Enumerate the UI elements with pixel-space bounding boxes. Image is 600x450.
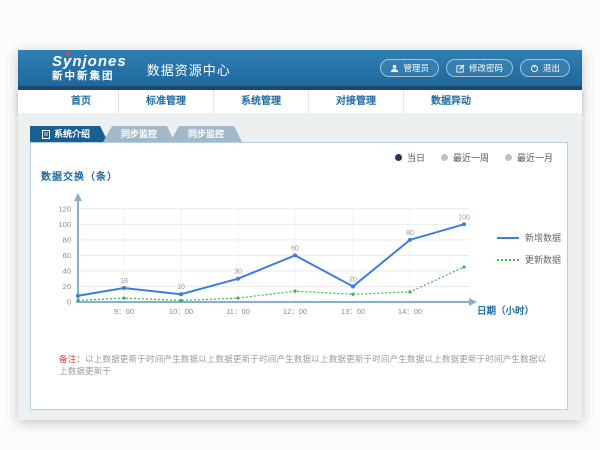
x-tick-label: 9：00 <box>114 307 134 316</box>
x-tick-label: 12：00 <box>283 307 307 316</box>
tab-label: 同步监控 <box>188 126 224 142</box>
radio-dot-icon <box>505 154 512 161</box>
x-axis-title: 日期（小时） <box>477 303 534 317</box>
nav-item-首页[interactable]: 首页 <box>44 90 119 113</box>
data-point <box>76 299 79 302</box>
tab-label: 系统介绍 <box>54 126 90 142</box>
x-tick-label: 10：00 <box>169 307 193 316</box>
x-axis-arrow-icon <box>469 298 477 306</box>
note-text: 以上数据更新于时间产生数据以上数据更新于时间产生数据以上数据更新于时间产生数据以… <box>59 354 546 376</box>
user-icon <box>390 64 399 73</box>
data-point-label: 80 <box>406 230 414 237</box>
legend-label: 更新数据 <box>525 253 561 266</box>
data-point <box>408 238 412 242</box>
x-tick-label: 13：00 <box>341 307 365 316</box>
app-window: Synjones 新中新集团 数据资源中心 管理员修改密码退出 首页标准管理系统… <box>18 50 582 420</box>
header-button-label: 修改密码 <box>469 62 503 74</box>
series-line-更新数据 <box>78 267 464 300</box>
series-legend: 新增数据更新数据 <box>497 231 561 275</box>
legend-line-sample <box>497 237 519 239</box>
chart-panel: 当日 最近一周 最近一月 数据交换（条） 0 20 40 60 80 100 120 9：00 10… <box>30 142 568 410</box>
data-point-label: 18 <box>120 278 128 285</box>
legend-item-更新数据: 更新数据 <box>497 253 561 266</box>
radio-dot-icon <box>441 154 448 161</box>
header-actions: 管理员 修改密码 退出 <box>380 59 570 77</box>
data-point-label: 10 <box>177 284 185 291</box>
header-button-退出[interactable]: 退出 <box>520 59 570 77</box>
logo-subtitle: 新中新集团 <box>52 71 127 82</box>
data-point <box>122 297 125 300</box>
data-point <box>236 277 240 281</box>
y-tick-label: 120 <box>58 204 71 213</box>
tab-同步监控-2[interactable]: 同步监控 <box>170 126 242 142</box>
range-option-当日[interactable]: 当日 <box>395 151 425 164</box>
edit-password-icon <box>456 64 465 73</box>
y-axis-title: 数据交换（条） <box>41 168 118 183</box>
y-tick-label: 80 <box>63 235 71 244</box>
range-option-label: 当日 <box>407 151 425 164</box>
data-point <box>408 290 411 293</box>
tab-label: 同步监控 <box>121 126 157 142</box>
radio-dot-icon <box>395 154 402 161</box>
logout-icon <box>530 64 539 73</box>
document-icon <box>42 130 50 139</box>
note-prefix: 备注： <box>59 354 85 364</box>
nav-item-数据异动[interactable]: 数据异动 <box>404 90 498 113</box>
main-nav: 首页标准管理系统管理对接管理数据异动 <box>18 90 582 113</box>
range-option-最近一周[interactable]: 最近一周 <box>441 151 489 164</box>
company-logo: Synjones 新中新集团 <box>52 54 127 82</box>
range-option-label: 最近一月 <box>517 151 553 164</box>
header-button-修改密码[interactable]: 修改密码 <box>446 59 513 77</box>
logo-text: Synjones <box>52 54 127 69</box>
header-button-label: 退出 <box>543 62 560 74</box>
content-area: 系统介绍 同步监控 同步监控 当日 最近一周 最近一月 数据交换（条） 0 20 40 60 8… <box>18 113 582 420</box>
legend-label: 新增数据 <box>525 231 561 244</box>
data-point <box>293 290 296 293</box>
nav-item-对接管理[interactable]: 对接管理 <box>309 90 404 113</box>
tab-同步监控-1[interactable]: 同步监控 <box>103 126 175 142</box>
x-tick-label: 14：00 <box>398 307 422 316</box>
data-point <box>179 299 182 302</box>
tab-系统介绍-0[interactable]: 系统介绍 <box>30 126 108 142</box>
time-range-options: 当日 最近一周 最近一月 <box>395 151 553 164</box>
data-point-label: 30 <box>234 269 242 276</box>
data-point-label: 60 <box>291 245 299 252</box>
data-point <box>122 286 126 290</box>
data-point <box>293 253 297 257</box>
header-button-管理员[interactable]: 管理员 <box>380 59 439 77</box>
y-tick-label: 0 <box>67 298 71 307</box>
legend-line-sample <box>497 259 519 261</box>
page-title: 数据资源中心 <box>147 60 231 79</box>
data-point-label: 20 <box>349 276 357 283</box>
data-point <box>462 222 466 226</box>
nav-item-标准管理[interactable]: 标准管理 <box>119 90 214 113</box>
y-tick-label: 60 <box>63 251 71 260</box>
x-tick-label: 11：00 <box>226 307 250 316</box>
data-point <box>236 297 239 300</box>
legend-item-新增数据: 新增数据 <box>497 231 561 244</box>
y-axis-arrow-icon <box>74 193 82 201</box>
y-tick-label: 40 <box>63 266 71 275</box>
tab-bar: 系统介绍 同步监控 同步监控 <box>30 126 242 142</box>
nav-item-系统管理[interactable]: 系统管理 <box>214 90 309 113</box>
range-option-最近一月[interactable]: 最近一月 <box>505 151 553 164</box>
data-point <box>179 292 183 296</box>
data-point <box>462 265 465 268</box>
data-point <box>351 284 355 288</box>
y-tick-label: 20 <box>63 282 71 291</box>
data-point <box>351 293 354 296</box>
data-point <box>76 294 80 298</box>
header-button-label: 管理员 <box>403 62 429 74</box>
app-header: Synjones 新中新集团 数据资源中心 管理员 修改密码 退出 <box>18 50 582 86</box>
y-tick-label: 100 <box>58 220 71 229</box>
footer-note: 备注：以上数据更新于时间产生数据以上数据更新于时间产生数据以上数据更新于时间产生… <box>59 353 547 377</box>
data-point-label: 100 <box>458 214 470 221</box>
range-option-label: 最近一周 <box>453 151 489 164</box>
